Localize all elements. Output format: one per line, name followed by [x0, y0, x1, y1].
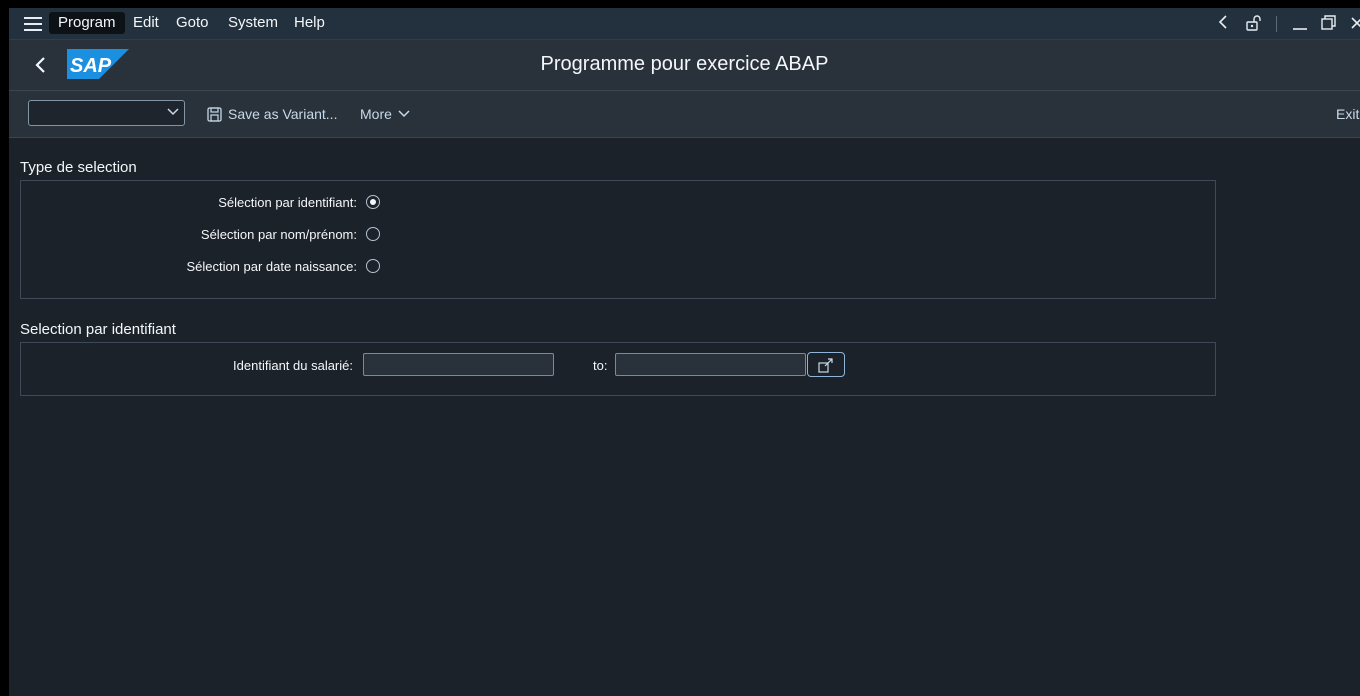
more-button[interactable]: More — [360, 104, 410, 124]
page-title: Programme pour exercice ABAP — [540, 53, 829, 75]
close-icon[interactable] — [1350, 14, 1360, 34]
exit-label: Exit — [1336, 106, 1360, 122]
save-as-variant-label: Save as Variant... — [228, 106, 338, 122]
radio-row-nom-prenom: Sélection par nom/prénom: — [21, 224, 1215, 246]
application-toolbar: Save as Variant... More Exit — [9, 91, 1360, 138]
multiple-selection-icon — [818, 358, 833, 373]
radio-label-nom-prenom: Sélection par nom/prénom: — [200, 227, 357, 242]
radio-label-date-naissance: Sélection par date naissance: — [186, 259, 357, 274]
menu-system[interactable]: System — [219, 12, 287, 34]
variant-dropdown[interactable] — [28, 100, 185, 126]
selection-type-title: Type de selection — [20, 159, 137, 176]
menu-program[interactable]: Program — [49, 12, 125, 34]
radio-date-naissance[interactable] — [366, 259, 380, 273]
exit-button[interactable]: Exit — [1336, 104, 1359, 124]
sap-gui-window: Program Edit Goto System Help SAP Progra… — [9, 8, 1360, 696]
window-back-icon[interactable] — [1218, 14, 1228, 34]
radio-identifiant[interactable] — [366, 195, 380, 209]
radio-label-identifiant: Sélection par identifiant: — [218, 195, 357, 210]
employee-id-label: Identifiant du salarié: — [233, 358, 353, 373]
window-controls-divider — [1276, 16, 1277, 32]
selection-id-title: Selection par identifiant — [20, 321, 176, 338]
maximize-icon[interactable] — [1320, 14, 1338, 34]
more-label: More — [360, 106, 392, 122]
menu-bar: Program Edit Goto System Help — [9, 8, 1360, 40]
multiple-selection-button[interactable] — [807, 352, 845, 377]
chevron-down-icon — [167, 108, 179, 116]
unlock-icon[interactable] — [1245, 14, 1263, 34]
to-label: to: — [593, 358, 608, 373]
hamburger-icon[interactable] — [24, 17, 42, 31]
menu-goto[interactable]: Goto — [167, 12, 218, 34]
radio-row-date-naissance: Sélection par date naissance: — [21, 256, 1215, 278]
radio-nom-prenom[interactable] — [366, 227, 380, 241]
employee-id-to-input[interactable] — [615, 353, 806, 376]
floppy-disk-icon — [207, 106, 222, 122]
shell-header: SAP Programme pour exercice ABAP — [9, 40, 1360, 91]
menu-edit[interactable]: Edit — [124, 12, 168, 34]
save-as-variant-button[interactable]: Save as Variant... — [207, 104, 337, 124]
selection-id-group: Identifiant du salarié: to: — [20, 342, 1216, 396]
employee-id-from-input[interactable] — [363, 353, 554, 376]
radio-row-identifiant: Sélection par identifiant: — [21, 192, 1215, 214]
minimize-icon[interactable] — [1291, 14, 1309, 34]
selection-type-group: Sélection par identifiant: Sélection par… — [20, 180, 1216, 299]
menu-help[interactable]: Help — [285, 12, 334, 34]
chevron-down-icon — [398, 110, 410, 118]
